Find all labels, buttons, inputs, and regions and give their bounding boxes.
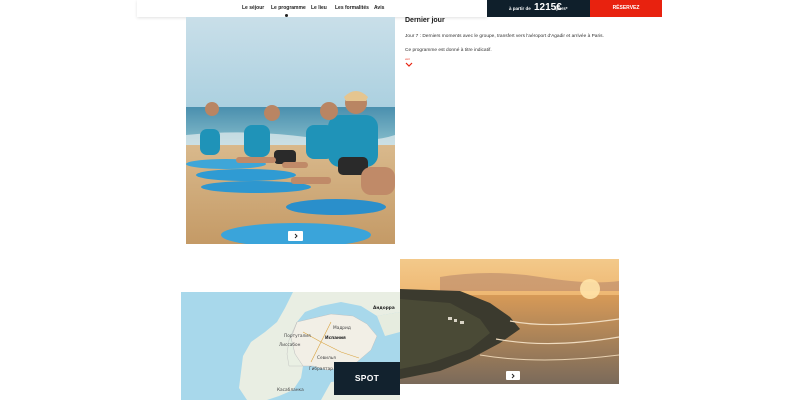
map-label-portugal: Португалия — [284, 334, 311, 339]
chevron-right-icon — [294, 233, 298, 239]
tab-avis[interactable]: Avis — [374, 5, 384, 11]
see-more-label: voir — [405, 57, 410, 61]
sunset-coast-photo — [400, 259, 619, 384]
day-description: Jour 7 : Derniers moments avec le groupe… — [405, 34, 604, 39]
chevron-down-icon[interactable] — [405, 62, 413, 68]
sunset-photo-illustration — [400, 259, 619, 384]
chevron-right-icon — [511, 373, 515, 378]
price-banner: à partir de 1215€ /pers* — [487, 0, 590, 17]
program-note: Ce programme est donné à titre indicatif… — [405, 48, 492, 53]
map-label-andorra: Андорра — [373, 306, 395, 311]
tab-les-formalites[interactable]: Les formalités — [335, 5, 369, 11]
spot-label: SPOT — [334, 362, 400, 395]
map-label-spain: Испания — [325, 336, 346, 341]
price-suffix: /pers* — [555, 6, 568, 11]
surf-photo-next-button[interactable] — [288, 231, 303, 241]
top-navigation: Le séjour Le programme Le lieu Les forma… — [137, 0, 487, 17]
surf-group-photo — [186, 17, 395, 244]
surf-photo-illustration — [186, 17, 395, 244]
reserve-button[interactable]: RÉSERVEZ — [590, 0, 662, 17]
map-label-madrid: Мадрид — [333, 326, 351, 331]
day-title: Dernier jour — [405, 17, 445, 24]
tab-le-programme[interactable]: Le programme — [271, 5, 306, 11]
tab-le-lieu[interactable]: Le lieu — [311, 5, 327, 11]
map-label-seville: Севилья — [317, 356, 336, 361]
map-label-lisbon: Лиссабон — [279, 343, 301, 348]
tab-le-sejour[interactable]: Le séjour — [242, 5, 264, 11]
map-label-gibraltar: Гибралтар — [309, 367, 334, 372]
sunset-photo-next-button[interactable] — [506, 371, 520, 380]
map-label-casablanca: Касабланка — [277, 388, 304, 393]
price-prefix: à partir de — [509, 6, 531, 11]
